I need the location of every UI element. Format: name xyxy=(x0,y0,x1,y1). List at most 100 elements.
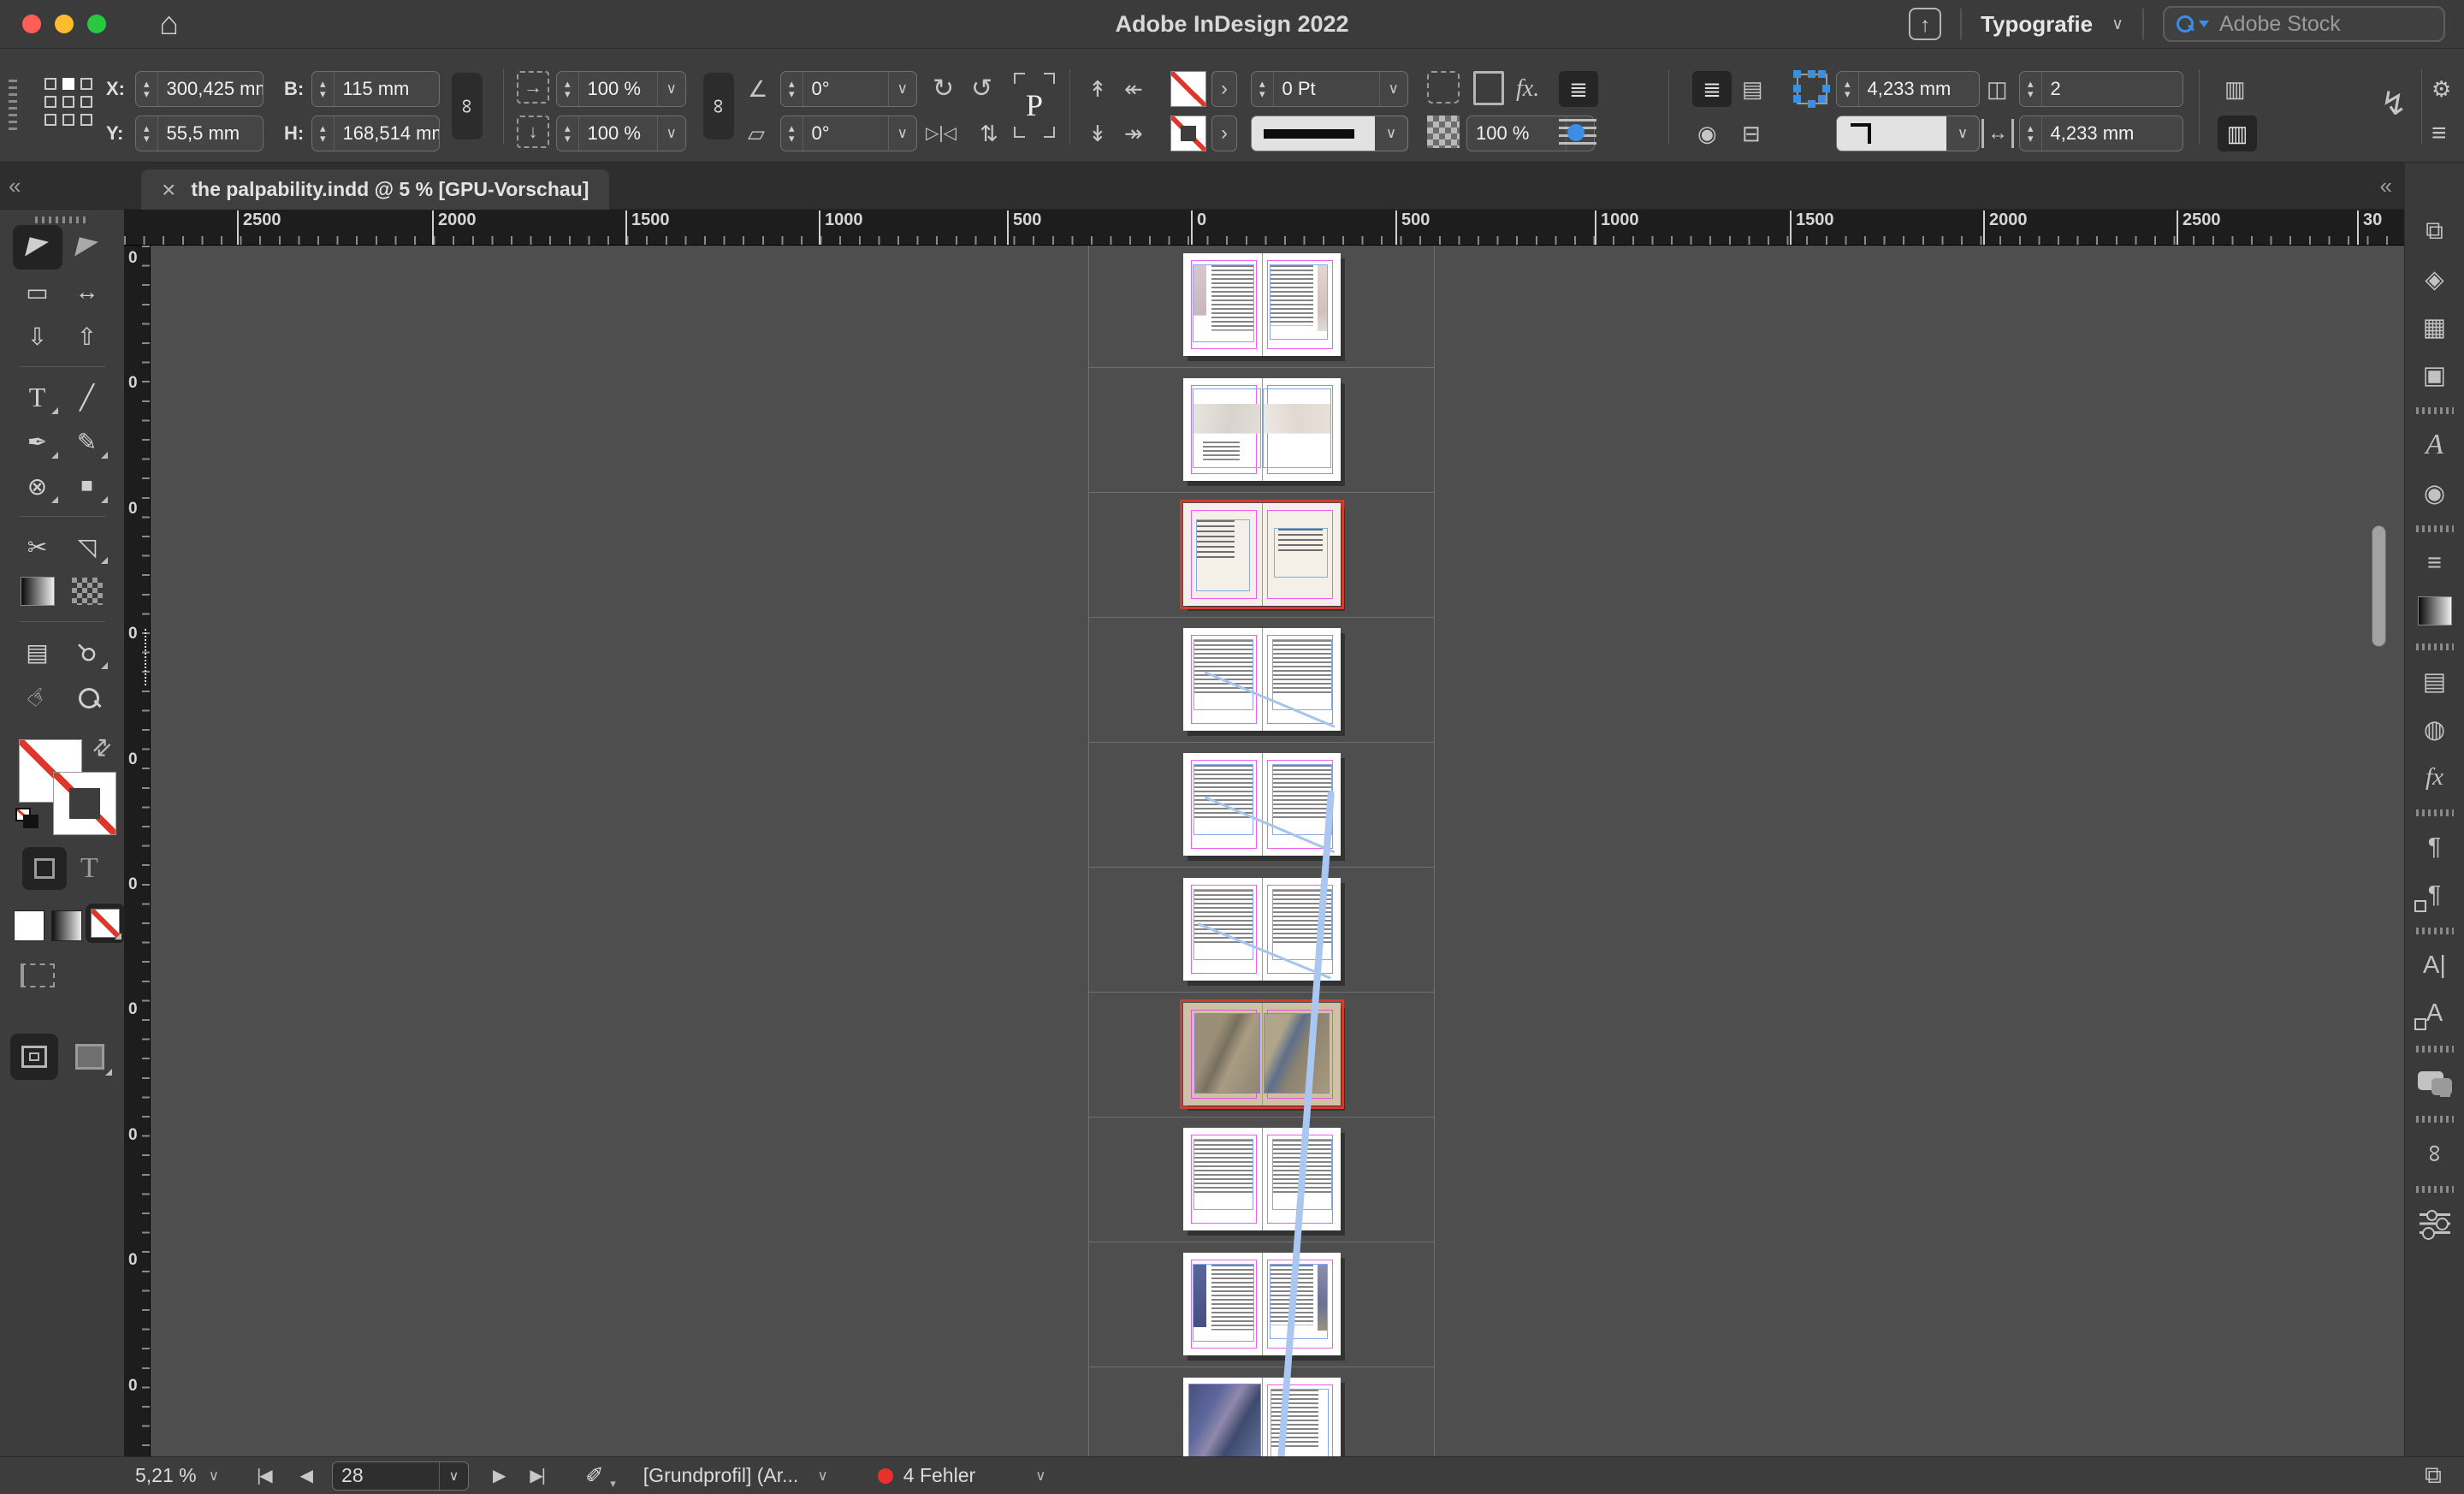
line-tool[interactable]: ╱ xyxy=(62,375,112,419)
proxy-point[interactable] xyxy=(44,96,56,108)
wrap-bounding-box-icon[interactable]: ▤ xyxy=(1742,71,1763,107)
screen-mode-preview-icon[interactable] xyxy=(75,1044,104,1070)
select-next-object-icon[interactable]: ↠ xyxy=(1124,116,1143,151)
select-container-icon[interactable]: ↟ xyxy=(1088,71,1107,107)
error-chevron-icon[interactable]: ∨ xyxy=(1035,1467,1045,1485)
stroke-style-dropdown[interactable] xyxy=(1251,116,1408,151)
collapse-left-dock-icon[interactable]: « xyxy=(9,173,21,199)
effects-icon[interactable]: fx. xyxy=(1516,71,1539,107)
shear-angle-field[interactable]: 0° xyxy=(780,116,917,151)
proxy-point[interactable] xyxy=(80,114,92,126)
home-icon[interactable]: ⌂ xyxy=(159,8,179,40)
default-fill-stroke-icon[interactable] xyxy=(15,808,41,830)
corner-options-icon[interactable] xyxy=(1797,74,1827,104)
properties-sliders-icon[interactable] xyxy=(2411,1205,2459,1242)
x-position-field[interactable]: 300,425 mm xyxy=(135,71,264,107)
zoom-window-button[interactable] xyxy=(87,15,106,33)
gradient-swatch-tool[interactable] xyxy=(13,569,62,614)
proxy-point[interactable] xyxy=(62,96,74,108)
constrain-dimensions-link-icon[interactable]: ∞ xyxy=(452,73,483,139)
formatting-affects-container-icon[interactable] xyxy=(22,847,67,890)
rotate-clockwise-icon[interactable]: ↻ xyxy=(933,71,954,107)
preflight-profile[interactable]: [Grundprofil] (Ar... xyxy=(643,1464,799,1487)
glyphs-panel-icon[interactable]: A xyxy=(2411,426,2459,464)
note-tool[interactable]: ▤ xyxy=(13,630,62,674)
document-canvas[interactable] xyxy=(151,246,2404,1456)
zoom-tool[interactable] xyxy=(62,674,112,719)
scissors-tool[interactable]: ✂ xyxy=(13,525,62,569)
two-column-text-selected-icon[interactable]: ▥ xyxy=(2218,116,2257,151)
tools-panel-grip-icon[interactable] xyxy=(35,216,90,223)
select-content-icon[interactable]: ↡ xyxy=(1088,116,1107,151)
two-column-text-icon[interactable]: ▥ xyxy=(2224,71,2246,107)
zoom-level[interactable]: 5,21 % xyxy=(135,1464,197,1487)
gradient-feather-tool[interactable] xyxy=(62,569,112,614)
columns-field[interactable]: 2 xyxy=(2019,71,2183,107)
close-window-button[interactable] xyxy=(22,15,41,33)
rotation-angle-field[interactable]: 0° xyxy=(780,71,917,107)
direct-selection-tool[interactable]: ◤ xyxy=(62,225,112,270)
character-styles-panel-icon[interactable]: A xyxy=(2411,994,2459,1032)
spread-row-8[interactable] xyxy=(1183,1128,1341,1230)
horizontal-ruler[interactable]: 2500200015001000500050010001500200025003… xyxy=(124,210,2404,246)
selection-tool[interactable]: ◤ xyxy=(13,225,62,270)
share-icon[interactable]: ↑ xyxy=(1909,8,1941,40)
links-grid-panel-icon[interactable]: ▦ xyxy=(2411,308,2459,346)
spread-row-5[interactable] xyxy=(1183,753,1341,856)
page-dropdown-icon[interactable]: ∨ xyxy=(439,1462,468,1490)
collapse-right-dock-icon[interactable]: « xyxy=(2380,173,2392,199)
previous-page-button[interactable]: ◀ xyxy=(300,1465,311,1486)
effects-panel-icon[interactable]: fx xyxy=(2411,758,2459,796)
links-panel-icon[interactable]: ∞ xyxy=(2416,1129,2454,1177)
workspace-switcher[interactable]: Typografie xyxy=(1981,11,2093,38)
gap-tool[interactable]: ↔ xyxy=(62,270,112,314)
preflight-chevron-icon[interactable]: ∨ xyxy=(817,1467,827,1485)
fill-flyout-icon[interactable]: › xyxy=(1211,71,1237,107)
workspace-chevron-icon[interactable]: ∨ xyxy=(2112,15,2123,34)
adobe-stock-search-field[interactable]: Adobe Stock xyxy=(2163,6,2445,42)
scale-x-field[interactable]: 100 % xyxy=(556,71,686,107)
search-scope-dropdown-icon[interactable] xyxy=(2199,21,2209,27)
apply-gradient-icon[interactable] xyxy=(51,910,82,941)
swap-fill-stroke-icon[interactable]: ⇄ xyxy=(86,732,117,763)
comments-panel-icon[interactable] xyxy=(2411,1064,2459,1102)
spread-row-1[interactable] xyxy=(1183,253,1341,356)
minimize-window-button[interactable] xyxy=(55,15,74,33)
gradient-panel-icon[interactable] xyxy=(2411,592,2459,630)
vertical-scrollbar-thumb[interactable] xyxy=(2372,525,2386,647)
vertical-justify-icon[interactable]: ≣ xyxy=(1559,71,1598,107)
proxy-point[interactable] xyxy=(80,96,92,108)
constrain-scale-link-icon[interactable]: ∞ xyxy=(703,73,734,139)
preview-proof-icon[interactable] xyxy=(21,963,55,987)
stroke-panel-icon[interactable]: ≡ xyxy=(2411,544,2459,582)
paragraph-panel-icon[interactable]: ¶ xyxy=(2411,828,2459,866)
screen-mode-normal-icon[interactable] xyxy=(10,1034,58,1080)
frame-fitting-icon[interactable] xyxy=(1427,71,1460,104)
last-page-button[interactable]: ▶| xyxy=(530,1465,544,1486)
page-number-field[interactable]: 28 ∨ xyxy=(332,1461,469,1491)
stroke-weight-field[interactable]: 0 Pt xyxy=(1251,71,1408,107)
wrap-none-icon[interactable]: ≣ xyxy=(1692,71,1732,107)
cc-libraries-panel-icon[interactable]: ▣ xyxy=(2411,356,2459,394)
proxy-point[interactable] xyxy=(62,114,74,126)
proxy-point[interactable] xyxy=(44,78,56,90)
pen-tool[interactable]: ✒ xyxy=(13,419,62,464)
auto-fit-frame-icon[interactable] xyxy=(1473,71,1504,105)
vertical-ruler[interactable]: 0000000000 xyxy=(124,246,151,1456)
optical-alignment-icon[interactable] xyxy=(1559,116,1596,151)
spread-row-2[interactable] xyxy=(1183,378,1341,481)
stroke-flyout-icon[interactable]: › xyxy=(1211,116,1237,151)
formatting-affects-text-icon[interactable]: T xyxy=(80,852,98,885)
page-tool[interactable]: ▭ xyxy=(13,270,62,314)
character-panel-icon[interactable]: A| xyxy=(2411,946,2459,984)
text-frame-options-icon[interactable]: ▤ xyxy=(2411,662,2459,700)
layers-panel-icon[interactable]: ◈ xyxy=(2411,260,2459,298)
panel-grip-icon[interactable] xyxy=(9,80,17,133)
spread-view-icon[interactable]: ⧉ xyxy=(2425,1461,2442,1490)
select-previous-object-icon[interactable]: ↞ xyxy=(1124,71,1143,107)
apply-none-icon[interactable] xyxy=(86,904,125,943)
first-page-button[interactable]: |◀ xyxy=(257,1465,271,1486)
scale-y-field[interactable]: 100 % xyxy=(556,116,686,151)
next-page-button[interactable]: ▶ xyxy=(493,1465,504,1486)
spread-row-9[interactable] xyxy=(1183,1253,1341,1355)
